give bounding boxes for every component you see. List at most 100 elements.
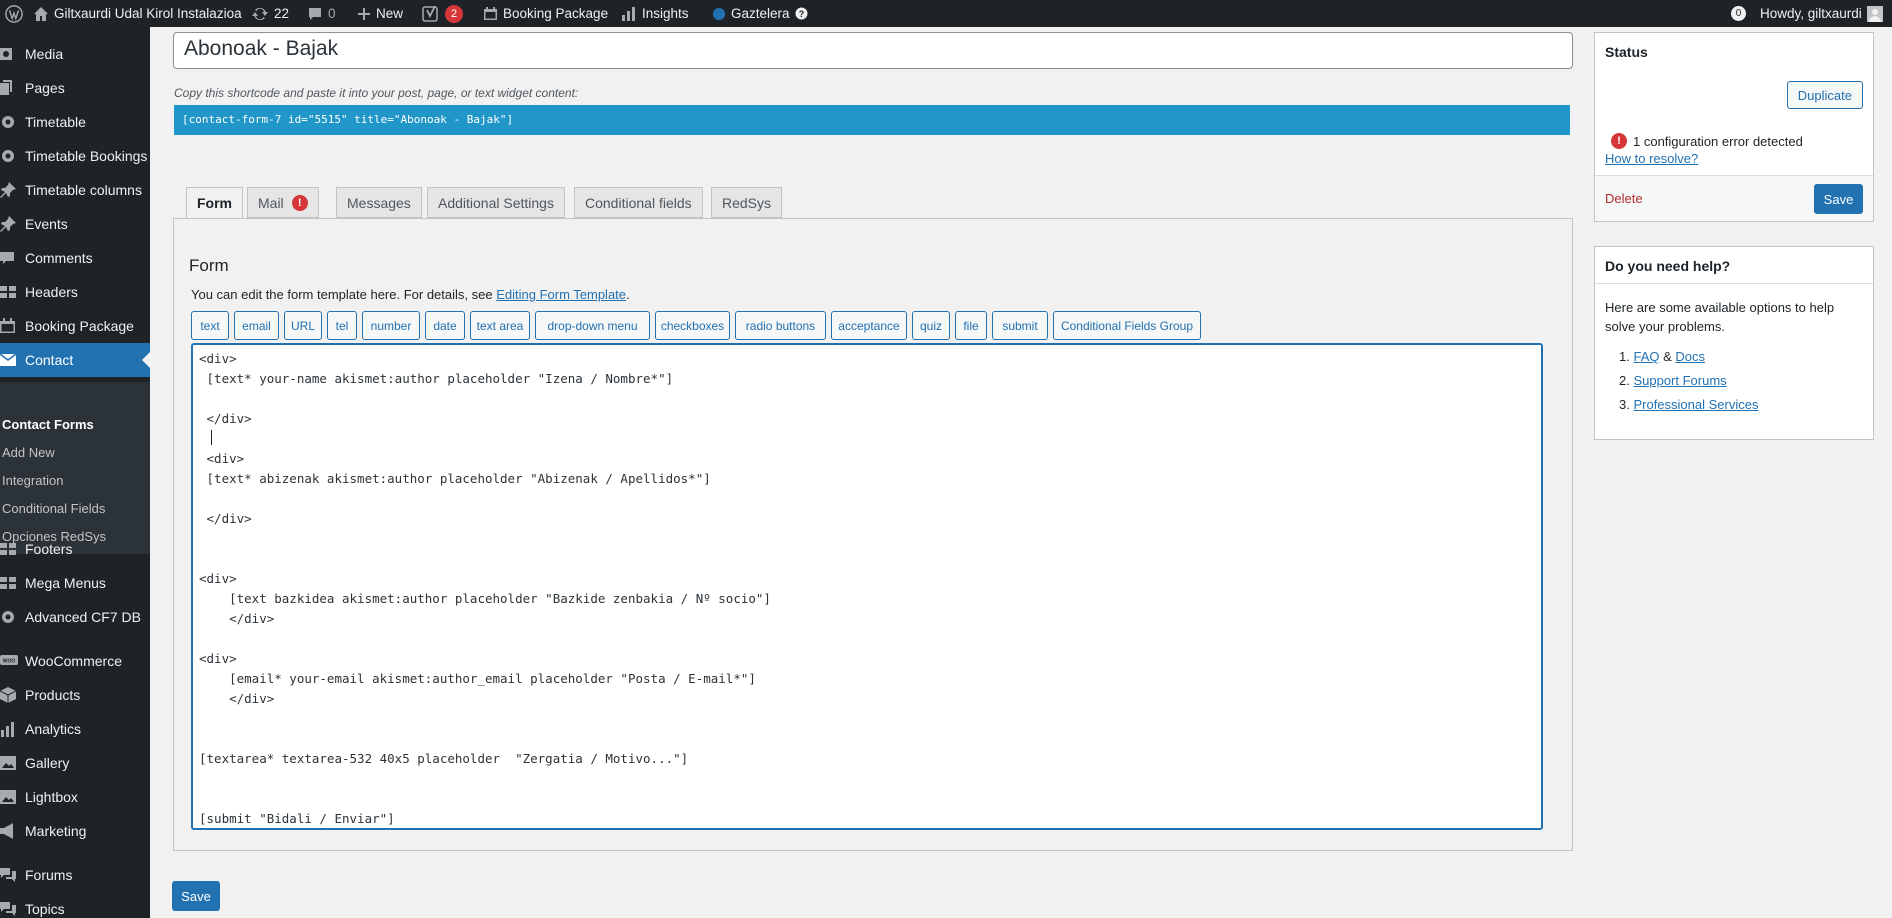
submenu-contact-forms[interactable]: Contact Forms [2,417,94,432]
pin-icon [0,216,25,232]
my-account-link[interactable]: Howdy, giltxaurdi [1760,0,1883,27]
menu-label: Timetable Bookings [25,148,148,164]
tab-conditional-fields[interactable]: Conditional fields [574,187,703,218]
gear-icon [0,148,25,164]
tag-button-number[interactable]: number [362,311,420,340]
menu-gallery[interactable]: Gallery [0,746,150,780]
tag-button-conditional-fields-group[interactable]: Conditional Fields Group [1053,311,1201,340]
menu-label: Marketing [25,823,87,839]
menu-booking-package[interactable]: Booking Package [0,309,150,343]
new-content-link[interactable]: New [357,0,403,27]
menu-comments[interactable]: Comments [0,241,150,275]
menu-advanced-cf7-db[interactable]: Advanced CF7 DB [0,600,150,634]
menu-footers[interactable]: Footers [0,532,150,566]
menu-products[interactable]: Products [0,678,150,712]
submenu-integration[interactable]: Integration [2,473,63,488]
menu-mega-menus[interactable]: Mega Menus [0,566,150,600]
status-save-button[interactable]: Save [1814,184,1863,214]
delete-link[interactable]: Delete [1605,191,1643,206]
menu-forums[interactable]: Forums [0,858,150,892]
professional-services-link[interactable]: Professional Services [1633,397,1758,412]
tag-button-email[interactable]: email [234,311,279,340]
menu-woocommerce[interactable]: WOO WooCommerce [0,644,150,678]
comments-count: 0 [328,6,336,21]
tag-button-quiz[interactable]: quiz [912,311,950,340]
menu-label: Booking Package [25,318,134,334]
submenu-conditional-fields[interactable]: Conditional Fields [2,501,105,516]
yoast-link[interactable]: 2 [422,0,463,27]
language-switcher[interactable]: Gaztelera ? [712,0,808,27]
tag-button-acceptance[interactable]: acceptance [831,311,907,340]
insights-link[interactable]: Insights [621,0,689,27]
tab-redsys[interactable]: RedSys [711,187,783,218]
booking-package-link[interactable]: Booking Package [483,0,608,27]
menu-analytics[interactable]: Analytics [0,712,150,746]
tag-button-date[interactable]: date [425,311,465,340]
text-caret [211,430,212,445]
plus-icon [358,7,370,20]
menu-pages[interactable]: Pages [0,71,150,105]
editing-form-template-link[interactable]: Editing Form Template [496,287,626,302]
error-text: 1 configuration error detected [1633,133,1803,149]
tag-button-drop-down-menu[interactable]: drop-down menu [535,311,650,340]
tag-button-tel[interactable]: tel [327,311,357,340]
menu-contact[interactable]: Contact [0,343,150,377]
contact-submenu: Contact Forms Add New Integration Condit… [0,382,150,554]
form-title-input[interactable]: Abonoak - Bajak [173,32,1573,69]
submenu-add-new[interactable]: Add New [2,445,55,460]
menu-label: Media [25,46,64,62]
code-line: [textarea* textarea-532 40x5 placeholder… [199,751,689,766]
tag-button-url[interactable]: URL [284,311,322,340]
menu-media[interactable]: Media [0,37,150,71]
menu-topics[interactable]: Topics [0,892,150,918]
booking-package-label: Booking Package [503,6,609,21]
menu-timetable-bookings[interactable]: Timetable Bookings [0,139,150,173]
faq-link[interactable]: FAQ [1633,349,1659,364]
menu-headers[interactable]: Headers [0,275,150,309]
admin-menu: Media Pages Timetable Timetable Bookings… [0,27,150,918]
form-template-editor[interactable]: <div> [text* your-name akismet:author pl… [191,343,1543,830]
tag-button-text[interactable]: text [191,311,229,340]
notifications-link[interactable]: 0 [1731,0,1746,27]
tab-additional-settings[interactable]: Additional Settings [427,187,565,218]
wordpress-logo-icon[interactable] [5,0,23,27]
box-icon [0,687,25,703]
grid-icon [0,575,25,591]
menu-lightbox[interactable]: Lightbox [0,780,150,814]
tag-button-text-area[interactable]: text area [470,311,530,340]
home-icon [34,6,48,21]
tab-mail[interactable]: Mail! [247,187,319,218]
how-to-resolve-link[interactable]: How to resolve? [1605,151,1698,166]
panel-title: Form [189,256,229,275]
menu-marketing[interactable]: Marketing [0,814,150,848]
menu-events[interactable]: Events [0,207,150,241]
tag-button-file[interactable]: file [955,311,987,340]
code-line: [email* your-email akismet:author_email … [199,671,756,686]
tag-button-checkboxes[interactable]: checkboxes [655,311,730,340]
comments-link[interactable]: 0 [307,0,336,27]
error-icon: ! [1611,133,1627,149]
tab-messages[interactable]: Messages [336,187,422,218]
save-button[interactable]: Save [172,881,220,911]
menu-timetable-columns[interactable]: Timetable columns [0,173,150,207]
site-name-link[interactable]: Giltxaurdi Udal Kirol Instalazioa [33,0,242,27]
code-line: <div> [199,451,245,466]
code-line: <div> [199,571,237,586]
shortcode-field[interactable]: [contact-form-7 id="5515" title="Abonoak… [174,105,1570,135]
docs-link[interactable]: Docs [1675,349,1705,364]
menu-timetable[interactable]: Timetable [0,105,150,139]
current-arrow [142,352,150,368]
howdy-label: Howdy, giltxaurdi [1760,6,1862,21]
tag-button-submit[interactable]: submit [992,311,1048,340]
tag-button-radio-buttons[interactable]: radio buttons [735,311,826,340]
tab-form[interactable]: Form [186,187,243,219]
support-forums-link[interactable]: Support Forums [1633,373,1726,388]
language-label: Gaztelera [731,6,790,21]
code-line: [submit "Bidali / Enviar"] [199,811,395,826]
svg-text:WOO: WOO [3,659,16,665]
menu-label: WooCommerce [25,653,122,669]
updates-link[interactable]: 22 [251,0,289,27]
site-name-label: Giltxaurdi Udal Kirol Instalazioa [54,6,242,21]
duplicate-button[interactable]: Duplicate [1786,81,1863,109]
menu-label: Comments [25,250,93,266]
